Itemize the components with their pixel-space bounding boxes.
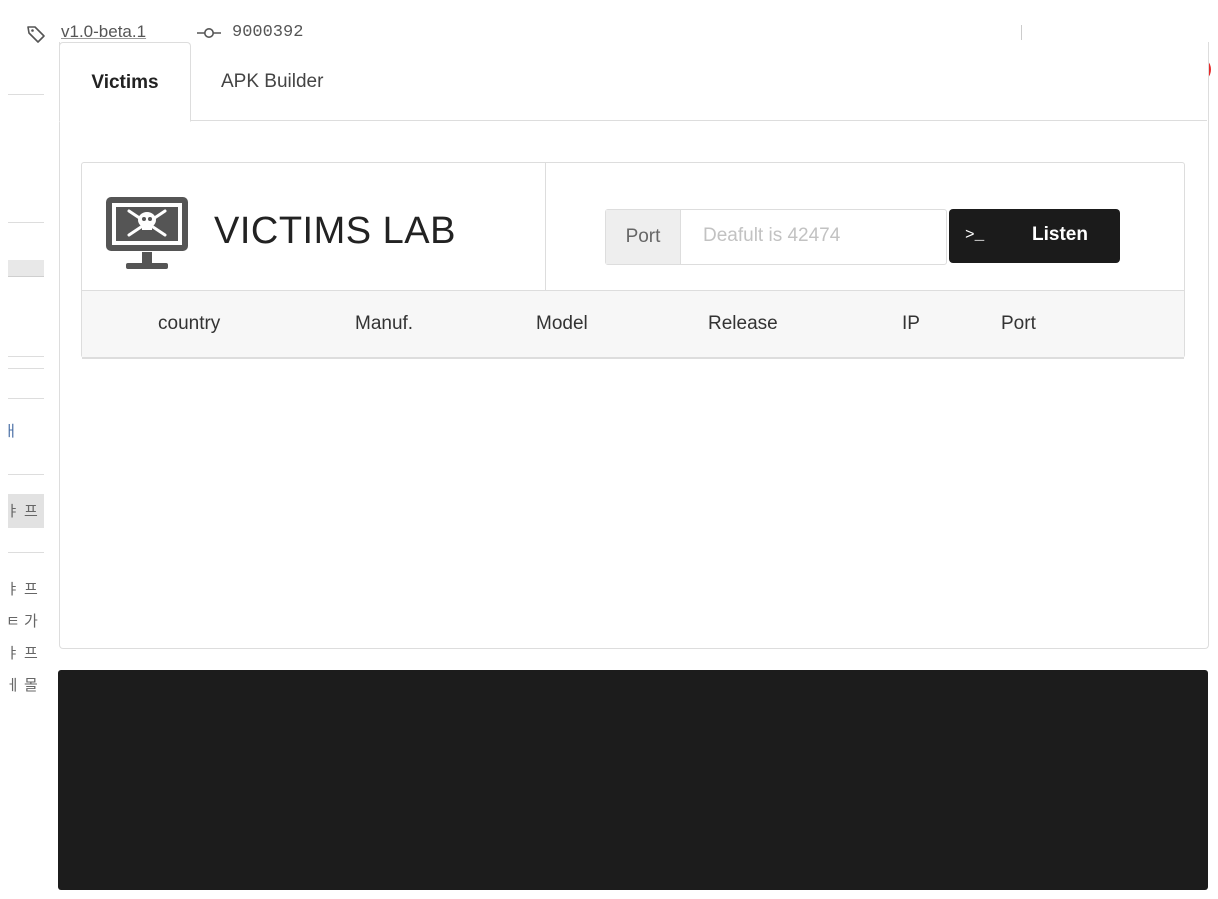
listen-label: Listen: [1032, 224, 1088, 245]
port-input[interactable]: [682, 210, 942, 262]
victims-table-header: country Manuf. Model Release IP Port: [82, 290, 1184, 359]
git-commit-icon: [197, 28, 221, 38]
divider: [8, 368, 44, 369]
divider: [8, 356, 44, 357]
column-header-ip: IP: [902, 313, 920, 334]
divider: [8, 222, 44, 223]
sidebar-fragment-text: ㅑ 프: [6, 581, 38, 598]
divider: [8, 398, 44, 399]
tab-bar-border: [191, 120, 1207, 121]
commit-hash[interactable]: 9000392: [232, 23, 303, 42]
tab-bar: Victims APK Builder: [59, 42, 1207, 122]
column-header-release: Release: [708, 313, 778, 334]
listen-button[interactable]: >_ Listen: [949, 209, 1120, 263]
version-bar: v1.0-beta.1 9000392: [0, 0, 1218, 43]
divider: [8, 94, 44, 95]
divider: [8, 552, 44, 553]
sidebar-fragment-text: ㅔ 몰: [6, 677, 38, 694]
sidebar-fragment-text: ㅑ 프: [6, 503, 38, 520]
port-input-group: Port: [605, 209, 947, 265]
log-console[interactable]: [58, 670, 1208, 890]
divider: [1021, 25, 1022, 40]
divider: [8, 474, 44, 475]
divider: [545, 163, 546, 290]
terminal-icon: >_: [965, 226, 985, 244]
port-label: Port: [606, 210, 681, 264]
column-header-port: Port: [1001, 313, 1036, 334]
victims-panel-header: VICTIMS LAB Port >_ Listen: [82, 163, 1184, 290]
column-header-manufacturer: Manuf.: [355, 313, 414, 334]
version-link[interactable]: v1.0-beta.1: [61, 22, 146, 42]
tab-victims[interactable]: Victims: [59, 42, 191, 122]
column-header-country: country: [158, 313, 221, 334]
page-title: VICTIMS LAB: [214, 210, 456, 252]
background-sidebar: ㅐ ㅑ 프 ㅑ 프 ㅌ 가 ㅑ 프 ㅔ 몰: [0, 0, 46, 899]
sidebar-fragment-text: ㅐ: [4, 423, 18, 440]
victims-panel: VICTIMS LAB Port >_ Listen country Manuf…: [81, 162, 1185, 359]
tab-apk-builder[interactable]: APK Builder: [221, 42, 323, 120]
sidebar-fragment-text: ㅑ 프: [6, 645, 38, 662]
sidebar-fragment-text: ㅌ 가: [6, 613, 38, 630]
sidebar-block: [8, 260, 44, 277]
column-header-model: Model: [536, 313, 588, 334]
skull-monitor-icon: [106, 197, 188, 269]
